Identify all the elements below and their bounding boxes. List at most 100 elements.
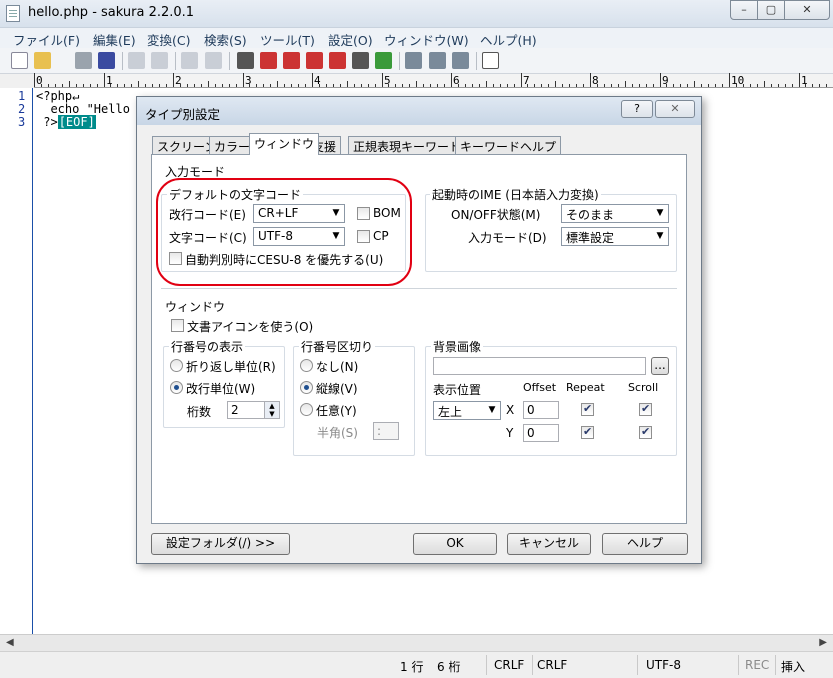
chevron-down-icon: ▼ [484, 402, 500, 419]
menu-settings[interactable]: 設定(O) [328, 30, 373, 49]
menu-tools[interactable]: ツール(T) [260, 30, 315, 49]
ruler-tick [96, 84, 98, 87]
scroll-left-icon[interactable]: ◀ [6, 637, 14, 648]
ruler-tick [68, 81, 70, 87]
ruler-tick [701, 84, 703, 87]
scroll-right-icon[interactable]: ▶ [819, 637, 827, 648]
tab-window[interactable]: ウィンドウ [249, 133, 320, 155]
outline-icon[interactable] [482, 52, 499, 69]
status-bar: 1 行 6 桁 CRLF CRLF UTF-8 REC 挿入 [0, 651, 833, 678]
digits-input[interactable]: 2 [227, 401, 265, 419]
find-icon[interactable] [237, 52, 254, 69]
ok-button[interactable]: OK [413, 533, 497, 555]
background-browse-button[interactable]: ... [651, 357, 669, 375]
ruler-tick [763, 81, 765, 87]
help-button[interactable]: ヘルプ [602, 533, 688, 555]
line-number-gutter: 1 2 3 [0, 88, 33, 634]
ruler-tick [610, 84, 612, 87]
digits-spinner[interactable]: ▲ ▼ [264, 401, 280, 419]
ruler-tick [124, 84, 126, 87]
ruler-tick [694, 81, 696, 87]
ruler-tick [478, 84, 480, 87]
ruler-tick [708, 84, 710, 87]
replace-icon[interactable] [306, 52, 323, 69]
tab-regex-keyword[interactable]: 正規表現キーワード [348, 136, 467, 154]
doc-icon-checkbox[interactable] [171, 319, 184, 332]
menu-window[interactable]: ウィンドウ(W) [384, 30, 469, 49]
separator-custom-radio[interactable] [300, 403, 313, 416]
code-line: echo "Hello w [36, 102, 145, 116]
chevron-down-icon: ▼ [652, 228, 668, 245]
code-line: <?php↵ [36, 89, 80, 103]
ruler-tick [353, 84, 355, 87]
scroll-y-checkbox[interactable] [639, 425, 652, 439]
offset-y-input[interactable]: 0 [523, 424, 559, 442]
position-select[interactable]: 左上 ▼ [433, 401, 501, 420]
ruler-number: 7 [523, 74, 530, 87]
save-all-icon[interactable] [98, 52, 115, 69]
ruler-tick [186, 84, 188, 87]
ime-onoff-select[interactable]: そのまま ▼ [561, 204, 669, 223]
section-divider [161, 288, 677, 289]
forward-icon[interactable] [205, 52, 222, 69]
close-button[interactable]: ✕ [784, 0, 830, 20]
chevron-down-icon: ▼ [652, 205, 668, 222]
ruler-tick [513, 84, 515, 87]
repeat-x-checkbox[interactable] [581, 402, 594, 416]
undo-icon[interactable] [128, 52, 145, 69]
menu-convert[interactable]: 変換(C) [147, 30, 190, 49]
wrap-unit-radio[interactable] [170, 359, 183, 372]
ruler-tick [263, 84, 265, 87]
ruler-tick [54, 84, 56, 87]
newline-unit-radio[interactable] [170, 381, 183, 394]
status-rec: REC [745, 658, 770, 672]
save-icon[interactable] [75, 52, 92, 69]
settings-folder-button[interactable]: 設定フォルダ(/) >> [151, 533, 290, 555]
redo-icon[interactable] [151, 52, 168, 69]
maximize-button[interactable]: ▢ [757, 0, 785, 20]
ruler-tick [631, 84, 633, 87]
ruler-tick [749, 84, 751, 87]
cancel-button[interactable]: キャンセル [507, 533, 591, 555]
offset-x-input[interactable]: 0 [523, 401, 559, 419]
ruler-tick [596, 84, 598, 87]
menu-search[interactable]: 検索(S) [204, 30, 247, 49]
ruler-tick [367, 84, 369, 87]
ruler-tick [193, 84, 195, 87]
minimize-button[interactable]: – [730, 0, 758, 20]
dialog-close-button[interactable]: ✕ [655, 100, 695, 118]
ruler-tick [249, 84, 251, 87]
dialog-title: タイプ別設定 [145, 107, 221, 122]
repeat-y-checkbox[interactable] [581, 425, 594, 439]
find-prev-icon[interactable] [283, 52, 300, 69]
ruler-tick [34, 73, 35, 87]
jump-icon[interactable] [375, 52, 392, 69]
scroll-x-checkbox[interactable] [639, 402, 652, 416]
menu-edit[interactable]: 編集(E) [93, 30, 136, 49]
ruler-tick [89, 84, 91, 87]
type-settings-icon[interactable] [405, 52, 422, 69]
separator-vline-radio[interactable] [300, 381, 313, 394]
ime-mode-select[interactable]: 標準設定 ▼ [561, 227, 669, 246]
grep-icon[interactable] [352, 52, 369, 69]
separator-none-radio[interactable] [300, 359, 313, 372]
x-label: X [506, 403, 515, 417]
find-next-icon[interactable] [260, 52, 277, 69]
offset-label: Offset [523, 381, 557, 394]
font-settings-icon[interactable] [452, 52, 469, 69]
ime-onoff-label: ON/OFF状態(M) [451, 208, 541, 222]
halfwidth-input[interactable]: : [373, 422, 399, 440]
status-column: 6 桁 [437, 660, 461, 674]
background-image-title: 背景画像 [431, 338, 484, 355]
tab-keyword-help[interactable]: キーワードヘルプ [455, 136, 562, 154]
horizontal-scrollbar[interactable]: ◀ ▶ [0, 634, 833, 651]
mark-icon[interactable] [329, 52, 346, 69]
open-folder-icon[interactable] [34, 52, 51, 69]
menu-file[interactable]: ファイル(F) [13, 30, 80, 49]
dialog-help-button[interactable]: ? [621, 100, 653, 118]
background-path-input[interactable] [433, 357, 646, 375]
back-icon[interactable] [181, 52, 198, 69]
common-settings-icon[interactable] [429, 52, 446, 69]
new-file-icon[interactable] [11, 52, 28, 69]
menu-help[interactable]: ヘルプ(H) [480, 30, 537, 49]
